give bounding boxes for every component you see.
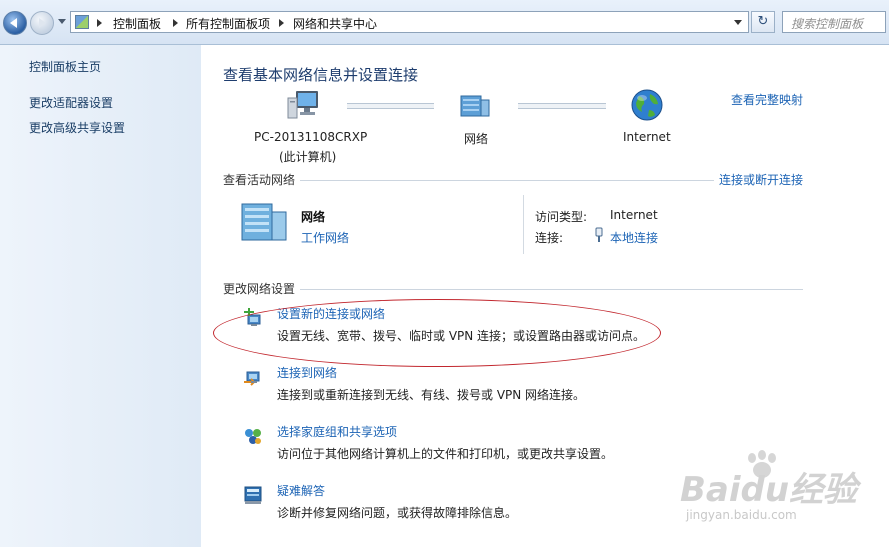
connect-disconnect-link[interactable]: 连接或断开连接: [719, 171, 803, 188]
network-icon: [460, 95, 490, 117]
computer-icon: [287, 91, 318, 119]
breadcrumb-control-panel[interactable]: 控制面板: [113, 15, 161, 32]
vertical-divider: [523, 195, 524, 254]
new-connection-icon: [244, 308, 261, 326]
computer-sub-label: (此计算机): [279, 150, 337, 164]
task-title-new-connection[interactable]: 设置新的连接或网络: [277, 305, 385, 322]
sidebar: 控制面板主页 更改适配器设置 更改高级共享设置: [0, 45, 201, 547]
troubleshoot-icon: [244, 486, 262, 504]
history-dropdown-icon[interactable]: [58, 19, 66, 24]
network-type-link[interactable]: 工作网络: [301, 229, 349, 246]
network-building-icon: [241, 203, 287, 241]
connection-label: 连接:: [535, 231, 564, 245]
watermark: Baidu经验 jingyan.baidu.com: [680, 450, 880, 530]
map-link-line: [347, 103, 434, 109]
task-title-connect-network[interactable]: 连接到网络: [277, 364, 337, 381]
task-desc-connect-network: 连接到或重新连接到无线、有线、拨号或 VPN 网络连接。: [277, 388, 586, 402]
section-divider: [300, 289, 803, 290]
breadcrumb-network-center[interactable]: 网络和共享中心: [293, 15, 377, 32]
internet-node-label: Internet: [623, 130, 671, 144]
task-title-troubleshoot[interactable]: 疑难解答: [277, 482, 325, 499]
map-link-line: [518, 103, 606, 109]
breadcrumb-all-items[interactable]: 所有控制面板项: [186, 15, 270, 32]
sidebar-item-advanced-sharing[interactable]: 更改高级共享设置: [29, 119, 125, 136]
access-type-label: 访问类型:: [535, 210, 588, 224]
ethernet-plug-icon: [595, 227, 603, 242]
change-settings-heading: 更改网络设置: [223, 282, 296, 296]
computer-name-label: PC-20131108CRXP: [254, 130, 368, 144]
breadcrumb-separator-icon[interactable]: [279, 19, 284, 27]
sidebar-item-adapter-settings[interactable]: 更改适配器设置: [29, 94, 113, 111]
section-divider: [300, 180, 714, 181]
watermark-url: jingyan.baidu.com: [686, 508, 797, 522]
search-placeholder: 搜索控制面板: [791, 17, 864, 31]
watermark-brand: Baidu经验: [680, 470, 858, 510]
address-bar: 控制面板 所有控制面板项 网络和共享中心 ↻ 搜索控制面板: [0, 0, 889, 45]
task-desc-troubleshoot: 诊断并修复网络问题，或获得故障排除信息。: [277, 506, 518, 520]
task-desc-homegroup: 访问位于其他网络计算机上的文件和打印机，或更改共享设置。: [277, 447, 614, 461]
back-button[interactable]: [3, 11, 27, 35]
sidebar-item-home[interactable]: 控制面板主页: [29, 58, 101, 75]
address-box[interactable]: 控制面板 所有控制面板项 网络和共享中心: [70, 11, 749, 33]
homegroup-icon: [245, 429, 261, 444]
breadcrumb-separator-icon[interactable]: [97, 19, 102, 27]
task-title-homegroup[interactable]: 选择家庭组和共享选项: [277, 423, 397, 440]
page-title: 查看基本网络信息并设置连接: [223, 66, 419, 84]
control-panel-icon: [75, 15, 89, 29]
task-desc-new-connection: 设置无线、宽带、拨号、临时或 VPN 连接；或设置路由器或访问点。: [277, 329, 646, 343]
globe-icon: [631, 89, 663, 121]
address-dropdown-icon[interactable]: [734, 20, 742, 25]
breadcrumb-separator-icon[interactable]: [173, 19, 178, 27]
access-type-value: Internet: [610, 208, 658, 222]
active-network-name: 网络: [301, 210, 326, 224]
refresh-button[interactable]: ↻: [751, 11, 775, 33]
search-input[interactable]: 搜索控制面板: [782, 11, 886, 33]
connect-network-icon: [244, 371, 260, 386]
network-node-label: 网络: [464, 132, 489, 146]
forward-button[interactable]: [30, 11, 54, 35]
view-full-map-link[interactable]: 查看完整映射: [731, 91, 803, 108]
active-networks-heading: 查看活动网络: [223, 173, 296, 187]
local-connection-link[interactable]: 本地连接: [610, 229, 658, 246]
